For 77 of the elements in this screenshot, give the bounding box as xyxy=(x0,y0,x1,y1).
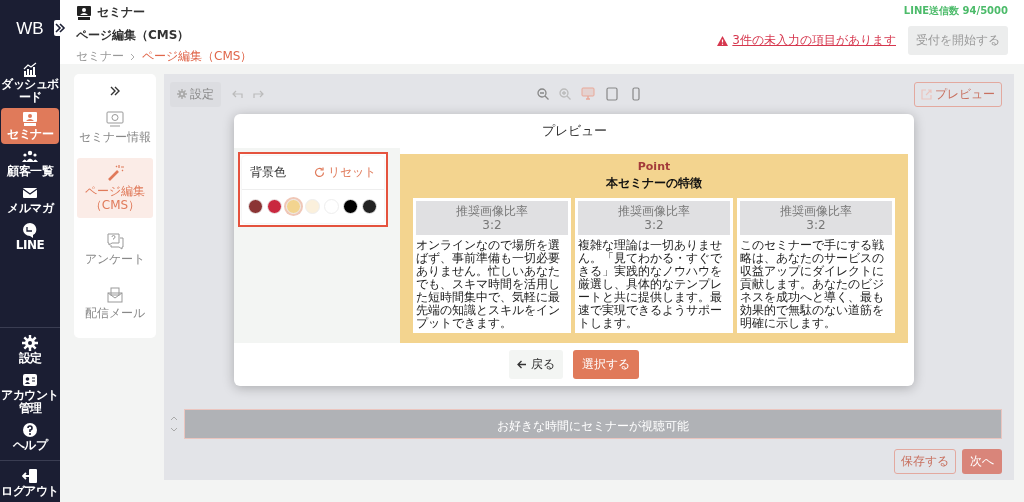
color-swatch[interactable] xyxy=(305,199,320,214)
reset-button[interactable]: リセット xyxy=(314,164,376,181)
mail-icon xyxy=(106,286,124,304)
image-ratio-text: 3:2 xyxy=(482,218,502,232)
presenter-icon xyxy=(22,111,38,127)
image-ratio-text: 3:2 xyxy=(644,218,664,232)
monitor-icon xyxy=(106,110,124,128)
warning-link[interactable]: 3件の未入力の項目があります xyxy=(732,32,896,49)
chat-bubble-icon xyxy=(22,222,38,238)
magic-wand-icon xyxy=(106,164,124,182)
dialog-title: プレビュー xyxy=(541,122,607,140)
color-swatch[interactable] xyxy=(286,199,301,214)
image-hint-text: 推奨画像比率 xyxy=(618,204,690,218)
double-chevron-icon[interactable] xyxy=(110,86,120,96)
settings-button[interactable]: 設定 xyxy=(170,81,221,107)
id-card-icon xyxy=(22,372,38,388)
chevron-down-icon[interactable] xyxy=(170,427,178,432)
sidebar-item[interactable]: セミナー xyxy=(1,108,59,144)
tablet-icon[interactable] xyxy=(604,87,619,101)
eyebrow-text: Point xyxy=(637,160,671,173)
arrow-left-icon xyxy=(517,360,527,369)
color-swatch[interactable] xyxy=(267,199,282,214)
image-hint-text: 推奨画像比率 xyxy=(780,204,852,218)
subnav-item[interactable]: セミナー情報 xyxy=(77,104,153,150)
logout-item[interactable]: ログアウト xyxy=(1,465,59,501)
undo-icon[interactable] xyxy=(231,89,243,99)
people-icon xyxy=(22,148,38,164)
sidebar-item[interactable]: LINE xyxy=(1,219,59,255)
zoom-in-icon[interactable] xyxy=(558,88,571,100)
warning-icon xyxy=(717,35,729,46)
page-heading: セミナー xyxy=(97,4,145,21)
settings-icon xyxy=(22,335,38,351)
subnav-item[interactable]: アンケート xyxy=(77,226,153,272)
logo: WB xyxy=(16,19,44,39)
subnav-item[interactable]: ページ編集（CMS） xyxy=(77,158,153,218)
expand-icon[interactable] xyxy=(54,20,66,36)
card-text: 複雑な理論は一切ありません。「見てわかる・すぐできる」実践的なノウハウを厳選し、具体的なテンプレートと共に提供します。最速で実現できるようサポートします。 xyxy=(578,239,723,330)
envelope-icon xyxy=(22,185,38,201)
sidebar-item[interactable]: 設定 xyxy=(1,332,59,368)
image-hint-text: 推奨画像比率 xyxy=(456,204,528,218)
page-title: ページ編集（CMS） xyxy=(76,27,191,44)
desktop-icon[interactable] xyxy=(580,87,595,101)
gear-icon xyxy=(177,89,187,99)
zoom-out-icon[interactable] xyxy=(536,88,549,100)
subnav-item[interactable]: 配信メール xyxy=(77,280,153,326)
line-quota-text: LINE送信数 94/5000 xyxy=(903,4,1008,18)
breadcrumb-current: ページ編集（CMS） xyxy=(142,48,253,65)
image-ratio-text: 3:2 xyxy=(806,218,826,232)
chevron-right-icon xyxy=(130,52,136,61)
next-button[interactable]: 次へ xyxy=(962,449,1002,474)
logout-icon xyxy=(22,468,38,484)
question-bubble-icon xyxy=(106,232,124,250)
color-swatch[interactable] xyxy=(248,199,263,214)
sidebar-item[interactable]: アカウント管理 xyxy=(1,369,59,418)
select-button[interactable]: 選択する xyxy=(573,350,639,379)
help-icon xyxy=(22,422,38,438)
presenter-icon xyxy=(76,4,92,21)
section-heading: 本セミナーの特徴 xyxy=(606,175,702,192)
sidebar-item[interactable]: ダッシュボード xyxy=(1,58,59,107)
breadcrumb-link[interactable]: セミナー xyxy=(76,48,124,65)
card-text: オンラインなので場所を選ばず、事前準備も一切必要ありません。忙しいあなたでも、スキマ時間を活用した短時間集中で、気軽に最先端の知識とスキルをインプットできます。 xyxy=(416,239,561,330)
chevron-up-icon[interactable] xyxy=(170,416,178,421)
sidebar-item[interactable]: 顧客一覧 xyxy=(1,145,59,181)
background-color-label: 背景色 xyxy=(250,164,286,181)
color-swatch[interactable] xyxy=(362,199,377,214)
color-swatch[interactable] xyxy=(343,199,358,214)
preview-button[interactable]: プレビュー xyxy=(914,81,1002,107)
reset-icon xyxy=(314,167,325,178)
card-text: このセミナーで手にする戦略は、あなたのサービスの収益アップにダイレクトに貢献します。あなたのビジネスを成功へと導く、最も効果的で無駄のない道筋を明確に示します。 xyxy=(740,239,885,330)
redo-icon[interactable] xyxy=(253,89,265,99)
back-button[interactable]: 戻る xyxy=(509,350,563,379)
save-button[interactable]: 保存する xyxy=(894,449,956,474)
sidebar-item[interactable]: ヘルプ xyxy=(1,419,59,455)
sidebar-item[interactable]: メルマガ xyxy=(1,182,59,218)
chart-icon xyxy=(22,61,38,77)
section-text: お好きな時間にセミナーが視聴可能 xyxy=(497,418,689,435)
external-link-icon xyxy=(921,88,932,100)
